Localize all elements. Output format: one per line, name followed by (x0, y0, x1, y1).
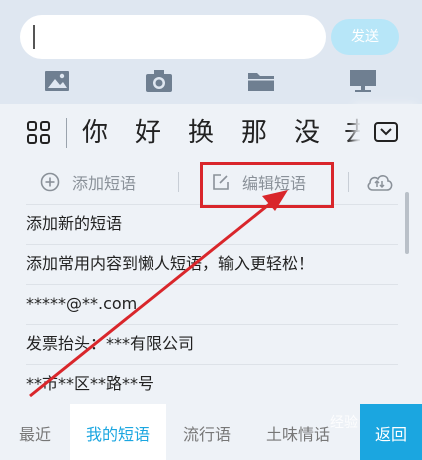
phrase-item[interactable]: 发票抬头：***有限公司 (26, 324, 398, 362)
tab-recent[interactable]: 最近 (0, 404, 70, 460)
keyboard-collapse-icon (374, 122, 398, 142)
image-icon[interactable] (42, 66, 72, 96)
add-phrase-button[interactable]: 添加短语 (40, 168, 136, 196)
collapse-keyboard-button[interactable] (360, 104, 422, 162)
edit-phrase-highlight (200, 162, 334, 208)
message-input[interactable] (20, 15, 326, 59)
input-bar: 发送 (0, 0, 422, 104)
action-divider (348, 172, 349, 192)
phrase-item[interactable]: 添加常用内容到懒人短语，输入更轻松！ (26, 244, 398, 282)
text-caret (33, 25, 35, 49)
desktop-icon[interactable] (348, 66, 378, 96)
cloud-sync-button[interactable] (366, 168, 394, 196)
send-button[interactable]: 发送 (331, 19, 399, 55)
candidate-word[interactable]: 换 (188, 114, 214, 152)
phrase-item[interactable]: **市**区**路**号 (26, 364, 398, 402)
candidate-word[interactable]: 好 (135, 114, 161, 152)
candidate-word[interactable]: 没 (294, 114, 320, 152)
folder-icon[interactable] (246, 66, 276, 96)
add-phrase-label: 添加短语 (72, 174, 137, 193)
candidate-word[interactable]: 那 (241, 114, 267, 152)
candidate-word[interactable]: 你 (82, 114, 108, 152)
phrase-item[interactable]: *****@**.com (26, 284, 398, 322)
phrase-item[interactable]: 添加新的短语 (26, 204, 398, 242)
action-divider (178, 172, 179, 192)
phrase-scrollbar[interactable] (405, 192, 409, 254)
tab-my-phrases[interactable]: 我的短语 (70, 404, 166, 460)
back-button[interactable]: 返回 (360, 404, 422, 460)
toolbar (0, 66, 422, 96)
candidate-separator (66, 118, 67, 148)
candidate-bar: 你 好 换 那 没 去 (0, 104, 422, 162)
watermark: 经验 (330, 415, 358, 431)
cloud-sync-icon (367, 175, 393, 191)
grid-menu-icon[interactable] (26, 120, 52, 146)
phrase-tabs: 最近 我的短语 流行语 土味情话 (0, 404, 422, 460)
add-circle-icon (40, 172, 60, 192)
camera-icon[interactable] (144, 66, 174, 96)
tab-popular[interactable]: 流行语 (166, 404, 248, 460)
